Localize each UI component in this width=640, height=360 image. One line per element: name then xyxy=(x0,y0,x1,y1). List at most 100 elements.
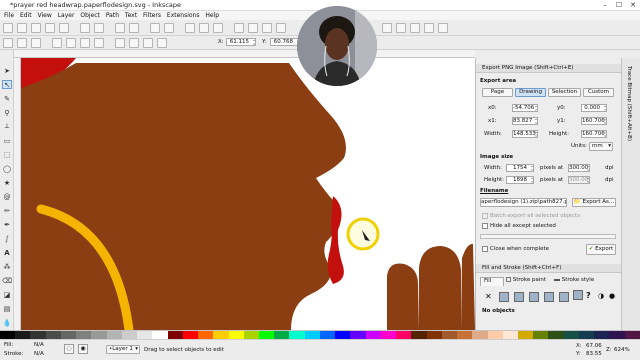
swatch[interactable] xyxy=(441,331,458,339)
filename-input[interactable]: aperflodesign (1).zip\path827.png xyxy=(480,198,567,207)
maximize-button[interactable]: ☐ xyxy=(612,0,626,11)
menu-layer[interactable]: Layer xyxy=(58,11,75,20)
swatch[interactable] xyxy=(472,331,488,339)
pencil-tool-icon[interactable]: ✏ xyxy=(2,206,12,215)
calligraphy-tool-icon[interactable]: ∫ xyxy=(2,234,12,243)
swatch[interactable] xyxy=(30,331,46,339)
swatch[interactable] xyxy=(548,331,564,339)
export-icon[interactable] xyxy=(94,23,104,33)
preferences-icon[interactable] xyxy=(438,23,448,33)
tab-stroke-paint[interactable]: Stroke paint xyxy=(506,277,550,286)
swatch[interactable] xyxy=(152,331,168,339)
swatch[interactable] xyxy=(609,331,625,339)
layer-select[interactable]: •Layer 1 ▾ xyxy=(106,345,140,354)
swatch[interactable] xyxy=(335,331,351,339)
import-icon[interactable] xyxy=(80,23,90,33)
swatch[interactable] xyxy=(198,331,214,339)
y1-field[interactable]: 160.706 xyxy=(581,117,607,125)
swatch[interactable] xyxy=(213,331,229,339)
gradient-tool-icon[interactable]: ▤ xyxy=(2,304,12,313)
rotate-cw-icon[interactable] xyxy=(66,38,76,48)
tab-stroke-style[interactable]: Stroke style xyxy=(554,277,602,286)
zoom-drawing-icon[interactable] xyxy=(199,23,209,33)
swatch[interactable] xyxy=(457,331,473,339)
pen-tool-icon[interactable]: ✒ xyxy=(2,220,12,229)
export-button[interactable]: ✔ Export xyxy=(586,244,616,255)
menu-help[interactable]: Help xyxy=(205,11,219,20)
swatch[interactable] xyxy=(243,331,259,339)
group-icon[interactable] xyxy=(262,23,272,33)
swatch[interactable] xyxy=(624,331,640,339)
menu-object[interactable]: Object xyxy=(80,11,100,20)
swatch[interactable] xyxy=(502,331,518,339)
x1-field[interactable]: 83.827 xyxy=(512,117,538,125)
swatch[interactable] xyxy=(91,331,107,339)
close-when-complete-checkbox[interactable] xyxy=(482,246,488,252)
img-width-field[interactable]: 1754 xyxy=(506,164,534,172)
no-paint-icon[interactable]: ✕ xyxy=(485,292,492,301)
tab-selection[interactable]: Selection xyxy=(548,88,581,97)
select-tool-button[interactable] xyxy=(3,23,13,33)
save-icon[interactable] xyxy=(45,23,55,33)
menu-text[interactable]: Text xyxy=(125,11,137,20)
selector-tool-icon[interactable]: ➤ xyxy=(2,66,12,75)
flip-vertical-icon[interactable] xyxy=(94,38,104,48)
swatch[interactable] xyxy=(517,331,534,339)
swatch[interactable] xyxy=(137,331,153,339)
swatch[interactable] xyxy=(594,331,610,339)
drawing-canvas[interactable] xyxy=(21,58,475,330)
deselect-icon[interactable] xyxy=(31,38,41,48)
text-font-icon[interactable] xyxy=(396,23,406,33)
swatch[interactable] xyxy=(121,331,138,339)
undo-icon[interactable] xyxy=(115,23,125,33)
linear-gradient-icon[interactable] xyxy=(514,292,524,302)
zoom-selection-icon[interactable] xyxy=(185,23,195,33)
spiral-tool-icon[interactable]: @ xyxy=(2,192,12,201)
swatch[interactable] xyxy=(487,331,503,339)
measure-tool-icon[interactable]: ⟂ xyxy=(2,122,12,131)
swatch[interactable] xyxy=(182,331,199,339)
clone-icon[interactable] xyxy=(248,23,258,33)
rotate-ccw-icon[interactable] xyxy=(52,38,62,48)
img-height-field[interactable]: 1898 xyxy=(506,176,534,184)
swatch[interactable] xyxy=(15,331,31,339)
flip-horizontal-icon[interactable] xyxy=(80,38,90,48)
swatch[interactable] xyxy=(304,331,320,339)
width-field[interactable]: 148.533 xyxy=(512,130,538,138)
xml-editor-icon[interactable] xyxy=(410,23,420,33)
star-tool-icon[interactable]: ★ xyxy=(2,178,12,187)
lock-icon[interactable]: ◌ xyxy=(64,344,74,354)
raise-icon[interactable] xyxy=(129,38,139,48)
menu-edit[interactable]: Edit xyxy=(20,11,32,20)
swatch[interactable] xyxy=(0,331,16,339)
select-all-icon[interactable] xyxy=(3,38,13,48)
lower-bottom-icon[interactable] xyxy=(157,38,167,48)
dpi-field-2[interactable]: 300.00 xyxy=(568,176,590,184)
zoom-tool-icon[interactable]: ⚲ xyxy=(2,108,12,117)
menu-filters[interactable]: Filters xyxy=(143,11,161,20)
swatch[interactable] xyxy=(563,331,579,339)
select-all-layers-icon[interactable] xyxy=(17,38,27,48)
align-distribute-icon[interactable] xyxy=(424,23,434,33)
copy-icon[interactable] xyxy=(150,23,160,33)
zoom-page-icon[interactable] xyxy=(213,23,223,33)
fill-stroke-icon[interactable] xyxy=(382,23,392,33)
tab-fill[interactable]: Fill xyxy=(480,277,504,286)
swatch[interactable] xyxy=(411,331,427,339)
menu-extensions[interactable]: Extensions xyxy=(167,11,200,20)
minimize-button[interactable]: – xyxy=(598,0,612,11)
swatch[interactable] xyxy=(76,331,92,339)
trace-bitmap-tab[interactable]: Trace Bitmap (Shift+Alt+B) xyxy=(626,66,632,141)
swatch[interactable] xyxy=(396,331,412,339)
raise-top-icon[interactable] xyxy=(115,38,125,48)
height-field[interactable]: 160.706 xyxy=(581,130,607,138)
swatch[interactable] xyxy=(319,331,336,339)
swatch[interactable] xyxy=(60,331,77,339)
hide-all-checkbox[interactable] xyxy=(482,223,488,229)
swatch[interactable] xyxy=(533,331,549,339)
eraser-tool-icon[interactable]: ⌫ xyxy=(2,276,12,285)
print-icon[interactable] xyxy=(59,23,69,33)
swatch-icon[interactable] xyxy=(573,290,583,300)
spray-tool-icon[interactable]: ⁂ xyxy=(2,262,12,271)
zoom-value[interactable]: 624% xyxy=(614,347,630,353)
